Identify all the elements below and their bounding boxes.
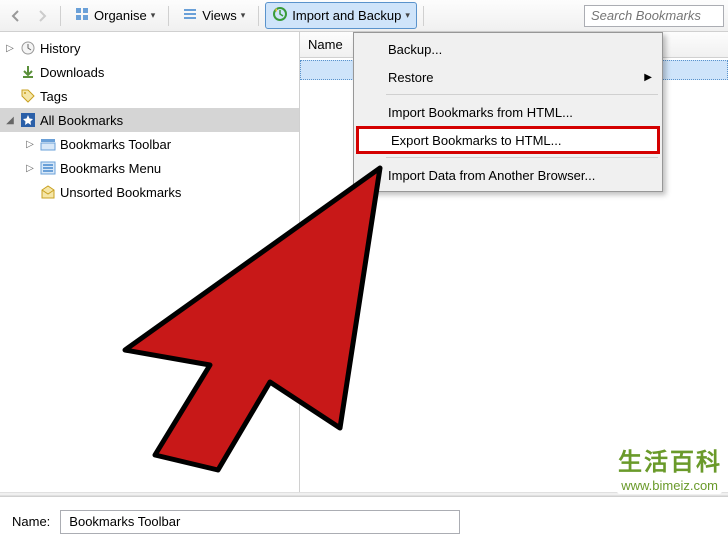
menu-backup[interactable]: Backup... [356,35,660,63]
separator [60,6,61,26]
expander-icon[interactable]: ▷ [24,138,36,150]
unsorted-icon [40,184,56,200]
sidebar-item-history[interactable]: ▷ History [0,36,299,60]
sidebar-item-tags[interactable]: ▷ Tags [0,84,299,108]
menu-restore[interactable]: Restore ▶ [356,63,660,91]
chevron-down-icon: ▾ [151,10,156,21]
menu-label: Restore [388,70,434,85]
tag-icon [20,88,36,104]
menu-separator [386,157,658,158]
name-label: Name: [12,514,50,529]
sidebar-item-unsorted-bookmarks[interactable]: ▷ Unsorted Bookmarks [0,180,299,204]
sidebar-item-label: Downloads [40,65,104,80]
toolbar: Organise ▾ Views ▾ Import and Backup ▾ [0,0,728,32]
watermark-text-cn: 生活百科 [617,442,722,477]
search-input[interactable] [584,5,724,27]
forward-button[interactable] [30,4,54,28]
organise-icon [74,6,90,25]
bookmarks-menu-icon [40,160,56,176]
import-backup-button[interactable]: Import and Backup ▾ [265,2,417,29]
sidebar-item-label: Unsorted Bookmarks [60,185,181,200]
import-backup-icon [272,6,288,25]
sidebar-item-label: Bookmarks Menu [60,161,161,176]
menu-label: Import Data from Another Browser... [388,168,595,183]
separator [258,6,259,26]
expander-icon[interactable]: ▷ [24,162,36,174]
submenu-arrow-icon: ▶ [644,72,652,83]
sidebar-item-label: All Bookmarks [40,113,123,128]
import-backup-label: Import and Backup [292,8,401,23]
sidebar-item-downloads[interactable]: ▷ Downloads [0,60,299,84]
sidebar-item-bookmarks-toolbar[interactable]: ▷ Bookmarks Toolbar [0,132,299,156]
menu-import-html[interactable]: Import Bookmarks from HTML... [356,98,660,126]
sidebar-item-label: Bookmarks Toolbar [60,137,171,152]
menu-separator [386,94,658,95]
sidebar: ▷ History ▷ Downloads ▷ Tags ◢ All Bookm… [0,32,300,496]
sidebar-item-bookmarks-menu[interactable]: ▷ Bookmarks Menu [0,156,299,180]
expander-icon[interactable]: ▷ [4,42,16,54]
organise-button[interactable]: Organise ▾ [67,2,162,29]
views-button[interactable]: Views ▾ [175,2,252,29]
import-backup-menu: Backup... Restore ▶ Import Bookmarks fro… [353,32,663,192]
menu-label: Backup... [388,42,442,57]
organise-label: Organise [94,8,147,23]
sidebar-item-label: History [40,41,80,56]
separator [423,6,424,26]
sidebar-item-label: Tags [40,89,67,104]
views-label: Views [202,8,236,23]
menu-label: Export Bookmarks to HTML... [391,133,562,148]
menu-label: Import Bookmarks from HTML... [388,105,573,120]
separator [168,6,169,26]
chevron-down-icon: ▾ [241,10,246,21]
watermark: 生活百科 www.bimeiz.com [617,442,722,494]
bookmarks-toolbar-icon [40,136,56,152]
name-input[interactable] [60,510,460,534]
expander-icon[interactable]: ◢ [4,114,16,126]
sidebar-item-all-bookmarks[interactable]: ◢ All Bookmarks [0,108,299,132]
star-icon [20,112,36,128]
chevron-down-icon: ▾ [405,10,410,21]
details-panel: Name: [0,496,728,546]
menu-export-html[interactable]: Export Bookmarks to HTML... [356,126,660,154]
back-button[interactable] [4,4,28,28]
watermark-url: www.bimeiz.com [617,477,722,494]
column-name[interactable]: Name [308,37,343,52]
views-icon [182,6,198,25]
menu-import-browser[interactable]: Import Data from Another Browser... [356,161,660,189]
clock-icon [20,40,36,56]
download-icon [20,64,36,80]
